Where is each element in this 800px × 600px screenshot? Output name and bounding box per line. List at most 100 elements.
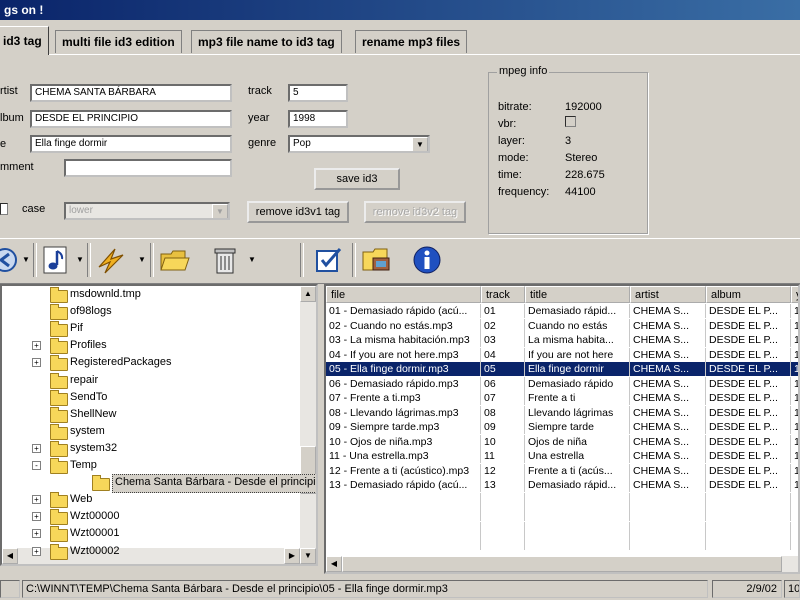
scroll-left-icon[interactable]: ◀ bbox=[2, 548, 18, 564]
vbr-label: vbr: bbox=[498, 118, 517, 130]
trash-icon[interactable] bbox=[208, 243, 242, 277]
title-label: e bbox=[0, 138, 7, 150]
lightning-icon[interactable] bbox=[94, 243, 128, 277]
tree-item[interactable]: Chema Santa Bárbara - Desde el principio bbox=[112, 474, 316, 494]
back-icon[interactable] bbox=[0, 243, 22, 277]
tree-item[interactable]: RegisteredPackages bbox=[70, 354, 172, 371]
scroll-down-icon[interactable]: ▼ bbox=[300, 548, 316, 564]
expand-icon[interactable]: + bbox=[32, 529, 41, 539]
tree-item[interactable]: repair bbox=[70, 372, 98, 389]
expand-icon[interactable]: + bbox=[32, 512, 41, 522]
column-header-artist[interactable]: artist bbox=[630, 286, 706, 303]
column-header-year[interactable]: y bbox=[791, 286, 798, 303]
table-row[interactable]: 07 - Frente a ti.mp3 07 Frente a ti CHEMA S… bbox=[326, 391, 798, 405]
table-row[interactable]: 02 - Cuando no estás.mp3 02 Cuando no está… bbox=[326, 318, 798, 333]
table-cell: 11 - Una estrella.mp3 bbox=[326, 449, 481, 463]
table-row[interactable]: 11 - Una estrella.mp3 11 Una estrella CHEMA… bbox=[326, 449, 798, 463]
tab-multi-file-id3-edition[interactable]: multi file id3 edition bbox=[55, 30, 182, 53]
tab-rename-mp3-files[interactable]: rename mp3 files bbox=[355, 30, 468, 53]
comment-field[interactable] bbox=[64, 159, 232, 177]
chevron-down-icon[interactable]: ▼ bbox=[76, 255, 84, 264]
table-cell bbox=[525, 536, 630, 550]
folder-image-icon[interactable] bbox=[360, 243, 394, 277]
toolbar: ▼ ▼ ▼ ▼ bbox=[0, 238, 800, 284]
table-row[interactable]: 03 - La misma habitación.mp3 03 La misma h… bbox=[326, 333, 798, 347]
chevron-down-icon[interactable]: ▼ bbox=[212, 204, 228, 218]
album-label: lbum bbox=[0, 112, 24, 124]
title-bar[interactable]: gs on ! bbox=[0, 0, 800, 20]
expand-icon[interactable]: + bbox=[32, 443, 41, 453]
tree-item[interactable]: msdownld.tmp bbox=[70, 286, 141, 303]
file-list[interactable]: ◀ filetracktitleartistalbumy01 - Demasia… bbox=[324, 284, 800, 574]
genre-select[interactable]: Pop ▼ bbox=[288, 135, 430, 153]
folder-tree[interactable]: ▲ ▼ ◀ ▶ msdownld.tmp of98logs Pif + Profiles… bbox=[0, 284, 318, 566]
column-header-track[interactable]: track bbox=[481, 286, 525, 303]
scroll-right-icon[interactable]: ▶ bbox=[284, 548, 300, 564]
tree-horizontal-scrollbar[interactable]: ◀ ▶ bbox=[2, 548, 300, 564]
expand-icon[interactable]: + bbox=[32, 358, 41, 368]
track-field[interactable]: 5 bbox=[288, 84, 348, 102]
open-folder-icon[interactable] bbox=[158, 243, 192, 277]
tab-id3-tag[interactable]: id3 tag bbox=[0, 26, 49, 55]
table-cell: CHEMA S... bbox=[630, 376, 706, 391]
scroll-up-icon[interactable]: ▲ bbox=[300, 286, 316, 302]
table-cell: 13 bbox=[481, 478, 525, 492]
column-header-album[interactable]: album bbox=[706, 286, 791, 303]
chevron-down-icon[interactable]: ▼ bbox=[248, 255, 256, 264]
tree-item[interactable]: SendTo bbox=[70, 389, 107, 406]
table-row[interactable]: 09 - Siempre tarde.mp3 09 Siempre tarde CHE… bbox=[326, 420, 798, 434]
table-cell: 1 bbox=[791, 304, 798, 318]
scroll-left-icon[interactable]: ◀ bbox=[326, 556, 342, 572]
chevron-down-icon[interactable]: ▼ bbox=[138, 255, 146, 264]
table-row[interactable]: 13 - Demasiado rápido (acú... 13 Demasiado… bbox=[326, 478, 798, 492]
chevron-down-icon[interactable]: ▼ bbox=[412, 137, 428, 151]
table-row[interactable]: 06 - Demasiado rápido.mp3 06 Demasiado ráp… bbox=[326, 376, 798, 391]
tree-item[interactable]: system bbox=[70, 423, 105, 440]
save-id3-button[interactable]: save id3 bbox=[314, 168, 400, 190]
year-field[interactable]: 1998 bbox=[288, 110, 348, 128]
expand-icon[interactable]: + bbox=[32, 341, 41, 351]
tree-item[interactable]: Profiles bbox=[70, 337, 107, 354]
info-icon[interactable] bbox=[410, 243, 444, 277]
column-header-title[interactable]: title bbox=[525, 286, 630, 303]
empty-row bbox=[326, 492, 798, 507]
remove-id3v2-tag-button[interactable]: remove id3v2 tag bbox=[364, 201, 466, 223]
tree-item[interactable]: Wzt00001 bbox=[70, 525, 120, 542]
tree-item[interactable]: Wzt00002 bbox=[70, 543, 120, 560]
tab-mp3-file-name-to-id3-tag[interactable]: mp3 file name to id3 tag bbox=[191, 30, 342, 53]
table-row[interactable]: 01 - Demasiado rápido (acú... 01 Demasiado… bbox=[326, 304, 798, 318]
case-select[interactable]: lower ▼ bbox=[64, 202, 230, 220]
collapse-icon[interactable]: - bbox=[32, 461, 41, 470]
expand-icon[interactable]: + bbox=[32, 546, 41, 556]
edit-check-icon[interactable] bbox=[312, 243, 346, 277]
table-row[interactable]: 05 - Ella finge dormir.mp3 05 Ella finge d… bbox=[326, 362, 798, 376]
album-field[interactable]: DESDE EL PRINCIPIO bbox=[30, 110, 232, 128]
tree-vertical-scrollbar[interactable]: ▲ ▼ bbox=[300, 286, 316, 564]
remove-id3v1-tag-button[interactable]: remove id3v1 tag bbox=[247, 201, 349, 223]
title-field[interactable]: Ella finge dormir bbox=[30, 135, 232, 153]
table-cell: CHEMA S... bbox=[630, 463, 706, 478]
chevron-down-icon[interactable]: ▼ bbox=[22, 255, 30, 264]
table-row[interactable]: 12 - Frente a ti (acústico).mp3 12 Frente … bbox=[326, 463, 798, 478]
tree-item[interactable]: Pif bbox=[70, 320, 83, 337]
tree-item[interactable]: Web bbox=[70, 491, 92, 508]
scroll-thumb[interactable] bbox=[342, 556, 782, 572]
tree-item[interactable]: Temp bbox=[70, 457, 97, 474]
tree-item[interactable]: system32 bbox=[70, 440, 117, 457]
tree-item[interactable]: Wzt00000 bbox=[70, 508, 120, 525]
table-row[interactable]: 04 - If you are not here.mp3 04 If you are… bbox=[326, 347, 798, 362]
tree-item[interactable]: of98logs bbox=[70, 303, 112, 320]
table-cell: CHEMA S... bbox=[630, 420, 706, 434]
artist-field[interactable]: CHEMA SANTA BÁRBARA bbox=[30, 84, 232, 102]
list-horizontal-scrollbar[interactable]: ◀ bbox=[326, 556, 798, 572]
tree-item[interactable]: ShellNew bbox=[70, 406, 116, 423]
folder-icon bbox=[50, 389, 68, 406]
music-note-icon[interactable] bbox=[38, 243, 72, 277]
table-row[interactable]: 10 - Ojos de niña.mp3 10 Ojos de niña CHEMA… bbox=[326, 434, 798, 449]
table-row[interactable]: 08 - Llevando lágrimas.mp3 08 Llevando lág… bbox=[326, 405, 798, 420]
table-cell: 06 - Demasiado rápido.mp3 bbox=[326, 376, 481, 391]
expand-icon[interactable]: + bbox=[32, 495, 41, 505]
table-cell: Llevando lágrimas bbox=[525, 405, 630, 420]
case-checkbox[interactable] bbox=[0, 203, 8, 215]
column-header-file[interactable]: file bbox=[326, 286, 481, 303]
